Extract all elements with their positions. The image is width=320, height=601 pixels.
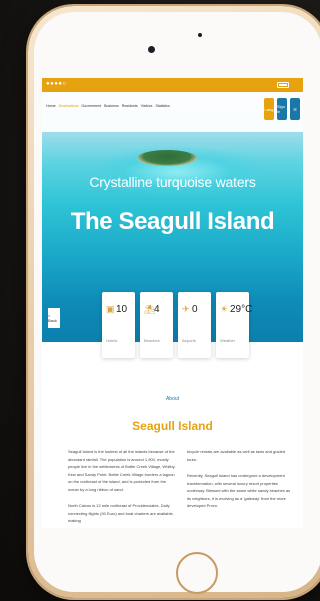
beach-icon: ⛱ — [144, 304, 156, 314]
nav-link-government[interactable]: Government — [81, 104, 101, 108]
nav-link-home[interactable]: Home — [46, 104, 56, 108]
stat-card-beaches[interactable]: ⛱ 4 Beaches — [140, 292, 173, 358]
language-button[interactable]: Lang — [264, 98, 274, 120]
airport-icon: ✈ — [182, 304, 190, 314]
island-image — [137, 150, 197, 166]
about-text-right: bicycle rentals are available as well as… — [187, 448, 295, 519]
hero-tagline: Crystalline turquoise waters — [89, 174, 256, 190]
nav-links: Home Destinations Government Business Re… — [46, 104, 170, 108]
menu-icon[interactable]: ☰ — [290, 98, 300, 120]
weather-icon: ☀ — [220, 304, 229, 314]
about-paragraph: North Caicos is 12 mile northeast of Pro… — [68, 503, 174, 523]
hotel-icon: ▣ — [106, 304, 115, 314]
stat-value: 29°C — [230, 304, 253, 315]
stat-label: Hotels — [106, 338, 118, 343]
nav-link-visitors[interactable]: Visitors — [141, 104, 153, 108]
nav-link-destinations[interactable]: Destinations — [59, 104, 79, 108]
nav-link-business[interactable]: Business — [104, 104, 119, 108]
stat-label: Beaches — [144, 338, 160, 343]
about-paragraph: Seagull Island is the lushest of all the… — [68, 449, 176, 492]
stat-card-airports[interactable]: ✈ 0 Airports — [178, 292, 211, 358]
stat-value: 10 — [116, 304, 128, 315]
signal-icon: ●●●●○ — [46, 81, 67, 87]
top-navigation: Home Destinations Government Business Re… — [42, 92, 303, 132]
stat-value: 0 — [192, 304, 198, 315]
status-bar: ●●●●○ — [42, 78, 303, 92]
about-paragraph: Recently, Seagull Island has undergone a… — [187, 473, 291, 508]
about-paragraph: bicycle rentals are available as well as… — [187, 449, 286, 462]
sign-in-button[interactable]: Sign in — [277, 98, 287, 120]
stat-card-weather[interactable]: ☀ 29°C Weather — [216, 292, 253, 358]
hero-title: The Seagull Island — [70, 208, 275, 235]
stat-label: Airports — [182, 338, 196, 343]
front-camera-icon — [148, 46, 155, 53]
nav-link-residents[interactable]: Residents — [122, 104, 138, 108]
home-button[interactable] — [176, 552, 218, 594]
battery-icon — [277, 82, 289, 88]
phone-screen: ●●●●○ Home Destinations Government Busin… — [42, 78, 303, 528]
stat-value: 4 — [154, 304, 160, 315]
stat-label: Weather — [220, 338, 236, 343]
stats-row: ▣ 10 Hotels ⛱ 4 Beaches ✈ 0 Airports ☀ 2… — [102, 292, 253, 358]
about-title: Seagull Island — [132, 419, 213, 433]
about-text-left: Seagull Island is the lushest of all the… — [68, 448, 176, 528]
proximity-sensor — [198, 33, 202, 37]
stat-card-hotels[interactable]: ▣ 10 Hotels — [102, 292, 135, 358]
about-label: About — [165, 396, 180, 402]
back-button[interactable]: < Back — [48, 308, 60, 328]
nav-link-statistics[interactable]: Statistics — [155, 104, 169, 108]
